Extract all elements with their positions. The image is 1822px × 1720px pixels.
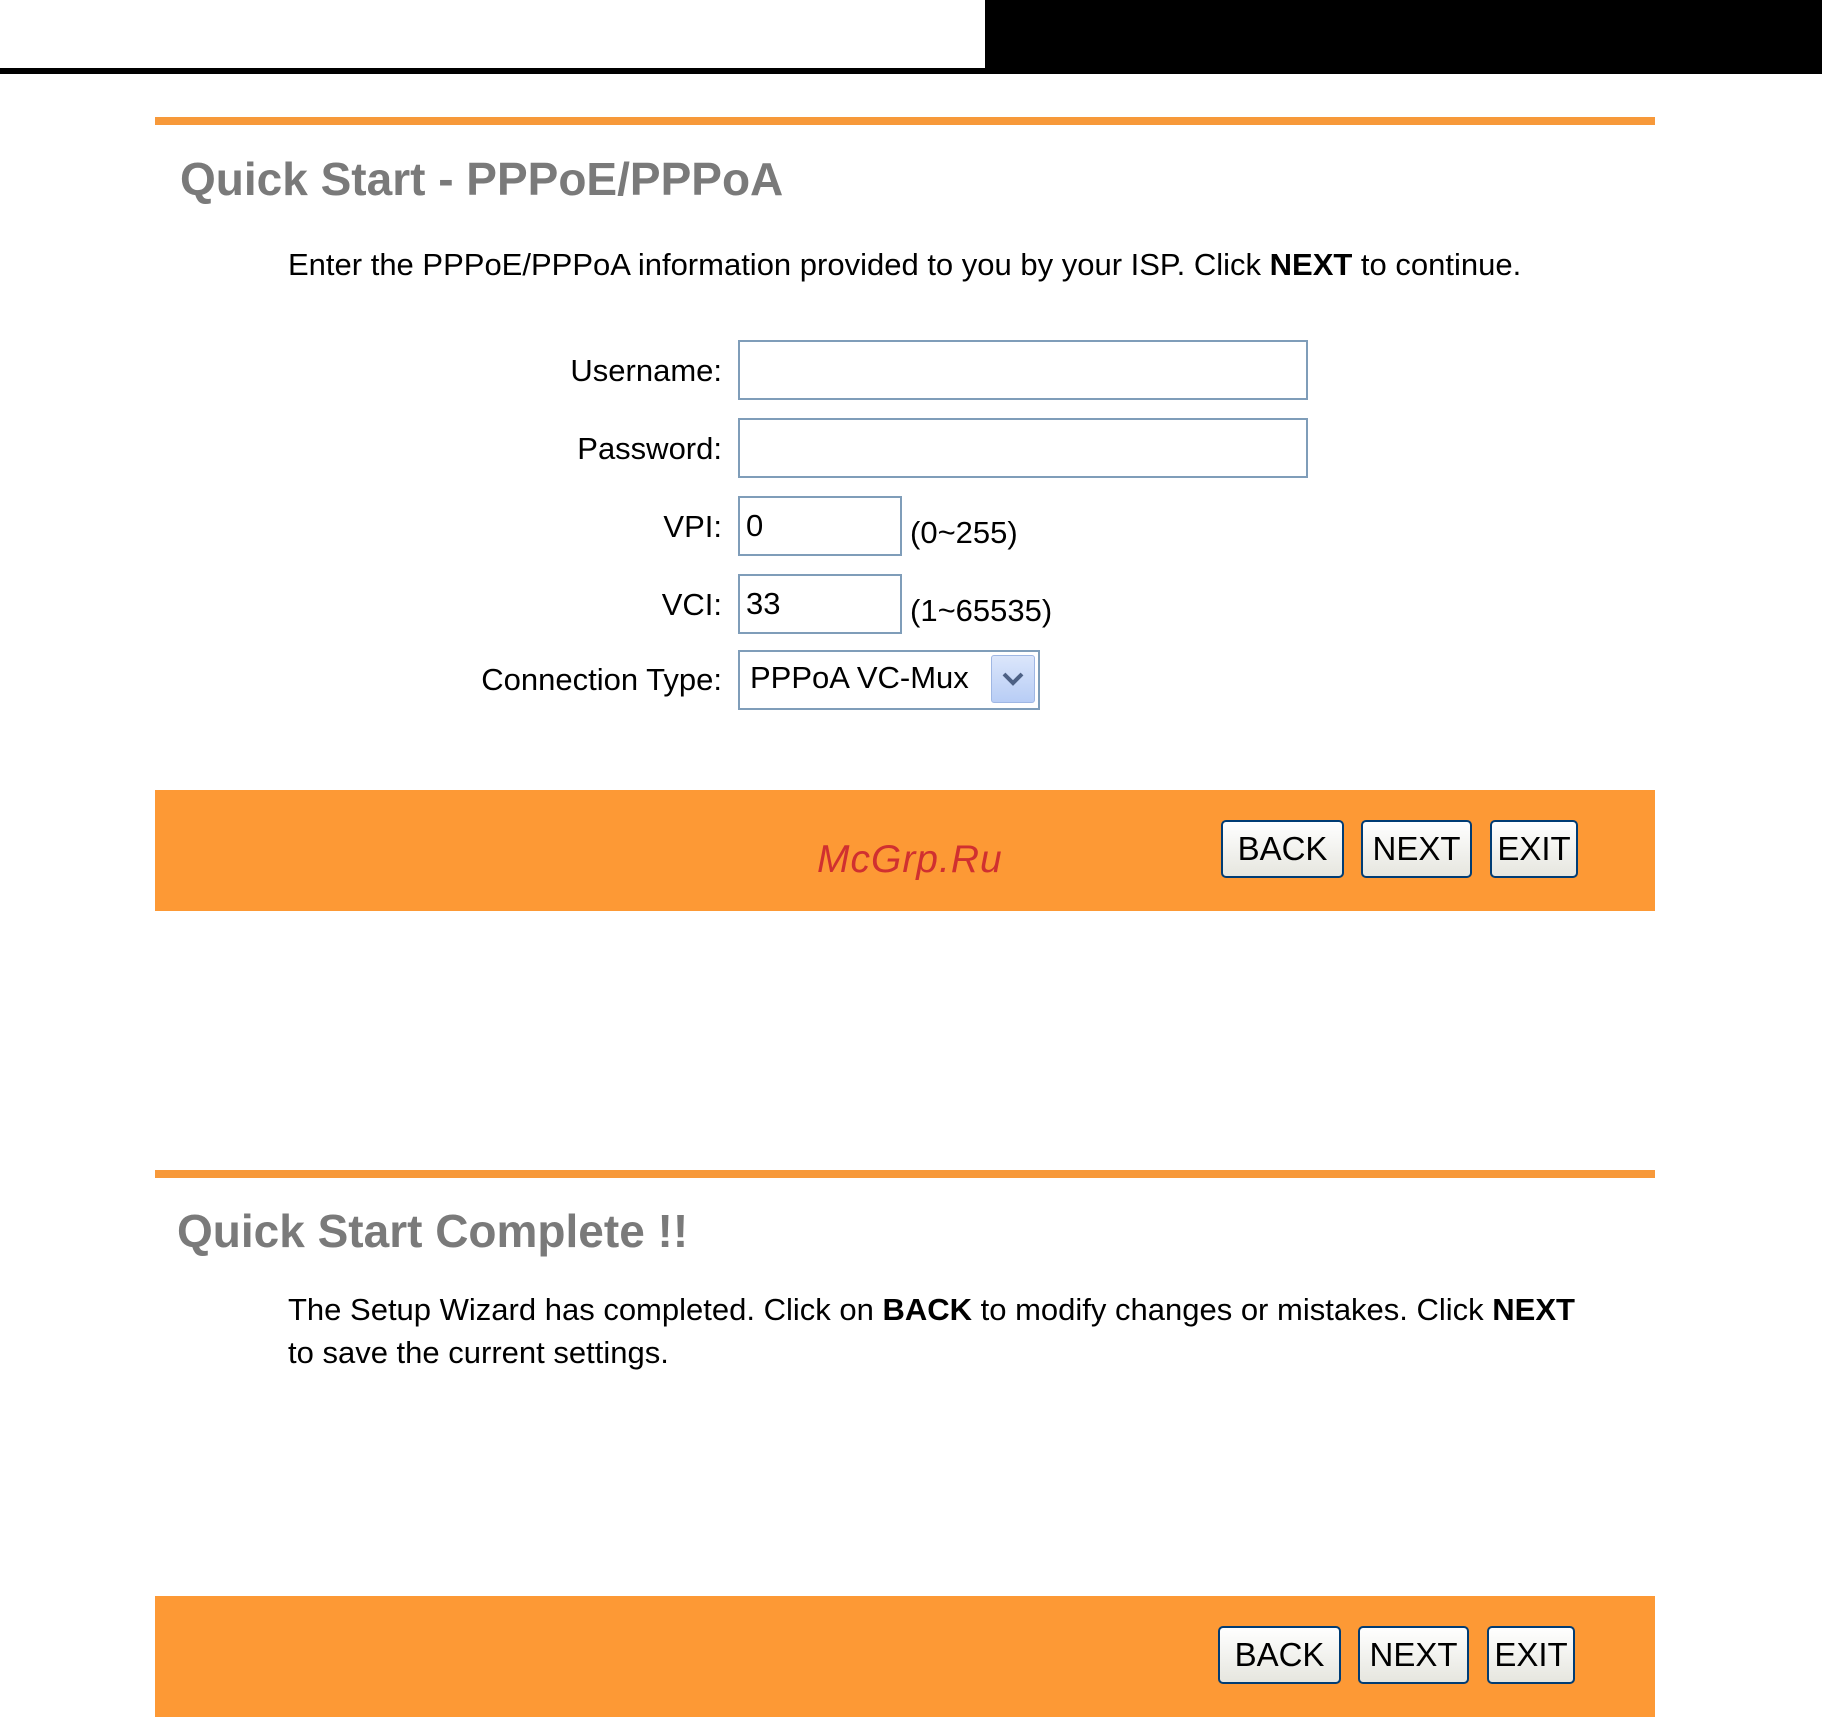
username-label: Username: (570, 353, 722, 388)
instruction-text-end: to continue. (1352, 247, 1522, 282)
complete-text: The Setup Wizard has completed. Click on (288, 1292, 883, 1327)
section1-top-line (155, 117, 1655, 125)
section1-title: Quick Start - PPPoE/PPPoA (180, 153, 784, 205)
next-button[interactable]: NEXT (1358, 1626, 1469, 1684)
section1-instruction: Enter the PPPoE/PPPoA information provid… (288, 247, 1521, 283)
section2-top-line (155, 1170, 1655, 1178)
back-button[interactable]: BACK (1218, 1626, 1341, 1684)
exit-button[interactable]: EXIT (1487, 1626, 1575, 1684)
vci-input[interactable] (738, 574, 902, 634)
header-block (985, 0, 1822, 72)
section2-button-bar: BACK NEXT EXIT (155, 1596, 1655, 1717)
exit-button[interactable]: EXIT (1490, 820, 1578, 878)
connection-type-label: Connection Type: (481, 662, 722, 697)
header-rule (0, 68, 1822, 74)
section2-instruction-line2: to save the current settings. (288, 1335, 669, 1370)
chevron-down-icon[interactable] (991, 655, 1035, 703)
complete-next-bold: NEXT (1492, 1292, 1575, 1327)
next-button[interactable]: NEXT (1361, 820, 1472, 878)
connection-type-select[interactable]: PPPoA VC-Mux (738, 650, 1040, 710)
username-input[interactable] (738, 340, 1308, 400)
back-button[interactable]: BACK (1221, 820, 1344, 878)
password-input[interactable] (738, 418, 1308, 478)
complete-text-mid: to modify changes or mistakes. Click (972, 1292, 1493, 1327)
vpi-input[interactable] (738, 496, 902, 556)
complete-back-bold: BACK (882, 1292, 972, 1327)
vci-range: (1~65535) (910, 593, 1053, 628)
section1-button-bar: McGrp.Ru BACK NEXT EXIT (155, 790, 1655, 911)
vpi-label: VPI: (663, 509, 722, 544)
section2-instruction-line1: The Setup Wizard has completed. Click on… (288, 1292, 1575, 1328)
vpi-range: (0~255) (910, 515, 1018, 550)
instruction-next-bold: NEXT (1269, 247, 1353, 282)
instruction-text: Enter the PPPoE/PPPoA information provid… (288, 247, 1270, 282)
connection-type-value: PPPoA VC-Mux (750, 660, 969, 695)
section2-title: Quick Start Complete !! (177, 1205, 689, 1257)
vci-label: VCI: (661, 587, 722, 622)
password-label: Password: (577, 431, 722, 466)
watermark-text: McGrp.Ru (817, 838, 1003, 881)
